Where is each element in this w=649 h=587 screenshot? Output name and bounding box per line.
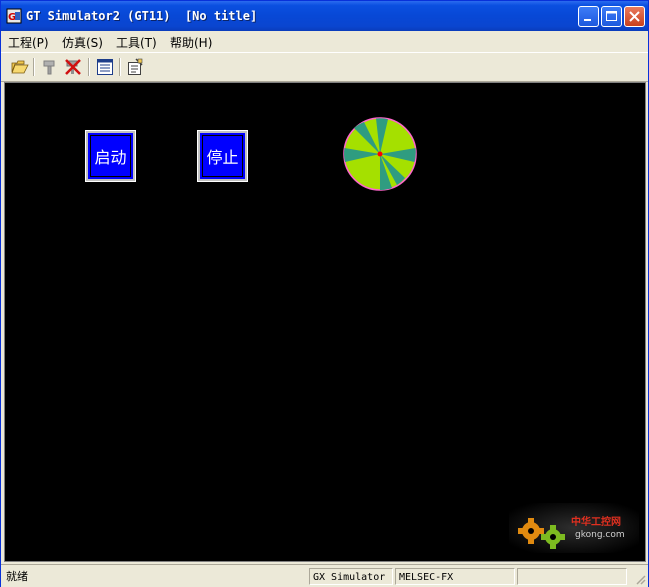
- gear-logo-icon: 中华工控网 gkong.com: [509, 503, 639, 553]
- svg-text:G: G: [8, 12, 16, 23]
- minimize-button[interactable]: [578, 6, 599, 27]
- button-frame: [90, 135, 131, 177]
- window-title: GT Simulator2 (GT11) [No title]: [26, 9, 258, 23]
- toolbar-separator: [88, 58, 90, 76]
- app-icon: G: [6, 8, 22, 24]
- menu-project[interactable]: 工程(P): [8, 34, 49, 51]
- status-text: 就绪: [6, 570, 28, 583]
- status-bar: 就绪 GX Simulator MELSEC-FX: [1, 564, 648, 587]
- hmi-screen: 启动 停止 中华工控网 gkong.com: [4, 82, 646, 562]
- status-pane-plc: MELSEC-FX: [395, 568, 515, 585]
- menu-tools[interactable]: 工具(T): [116, 34, 157, 51]
- status-pane-simulator: GX Simulator: [309, 568, 393, 585]
- minimize-icon: [584, 19, 591, 21]
- list-icon[interactable]: [96, 58, 114, 76]
- title-bar[interactable]: G GT Simulator2 (GT11) [No title]: [1, 1, 648, 31]
- open-folder-icon[interactable]: [11, 58, 29, 76]
- close-button[interactable]: [624, 6, 645, 27]
- close-icon: [629, 11, 640, 22]
- stop-button[interactable]: 停止: [197, 130, 248, 182]
- status-pane-extra: [517, 568, 627, 585]
- toolbar-separator: [119, 58, 121, 76]
- menu-bar: 工程(P) 仿真(S) 工具(T) 帮助(H): [1, 31, 648, 51]
- properties-icon[interactable]: [126, 58, 144, 76]
- toolbar: [1, 52, 648, 82]
- watermark-title: 中华工控网: [571, 515, 621, 528]
- maximize-button[interactable]: [601, 6, 622, 27]
- maximize-icon: [606, 11, 617, 21]
- menu-simulation[interactable]: 仿真(S): [62, 34, 103, 51]
- watermark-url: gkong.com: [575, 530, 625, 540]
- toolbar-separator: [33, 58, 35, 76]
- gkong-watermark: 中华工控网 gkong.com: [509, 503, 639, 557]
- stop-icon[interactable]: [64, 58, 82, 76]
- menu-help[interactable]: 帮助(H): [170, 34, 212, 51]
- disconnect-icon[interactable]: [41, 58, 59, 76]
- indicator-lamp: [343, 117, 417, 191]
- app-window: G GT Simulator2 (GT11) [No title] 工程(P) …: [0, 0, 649, 587]
- button-frame: [202, 135, 243, 177]
- start-button[interactable]: 启动: [85, 130, 136, 182]
- resize-grip-icon[interactable]: [634, 573, 646, 585]
